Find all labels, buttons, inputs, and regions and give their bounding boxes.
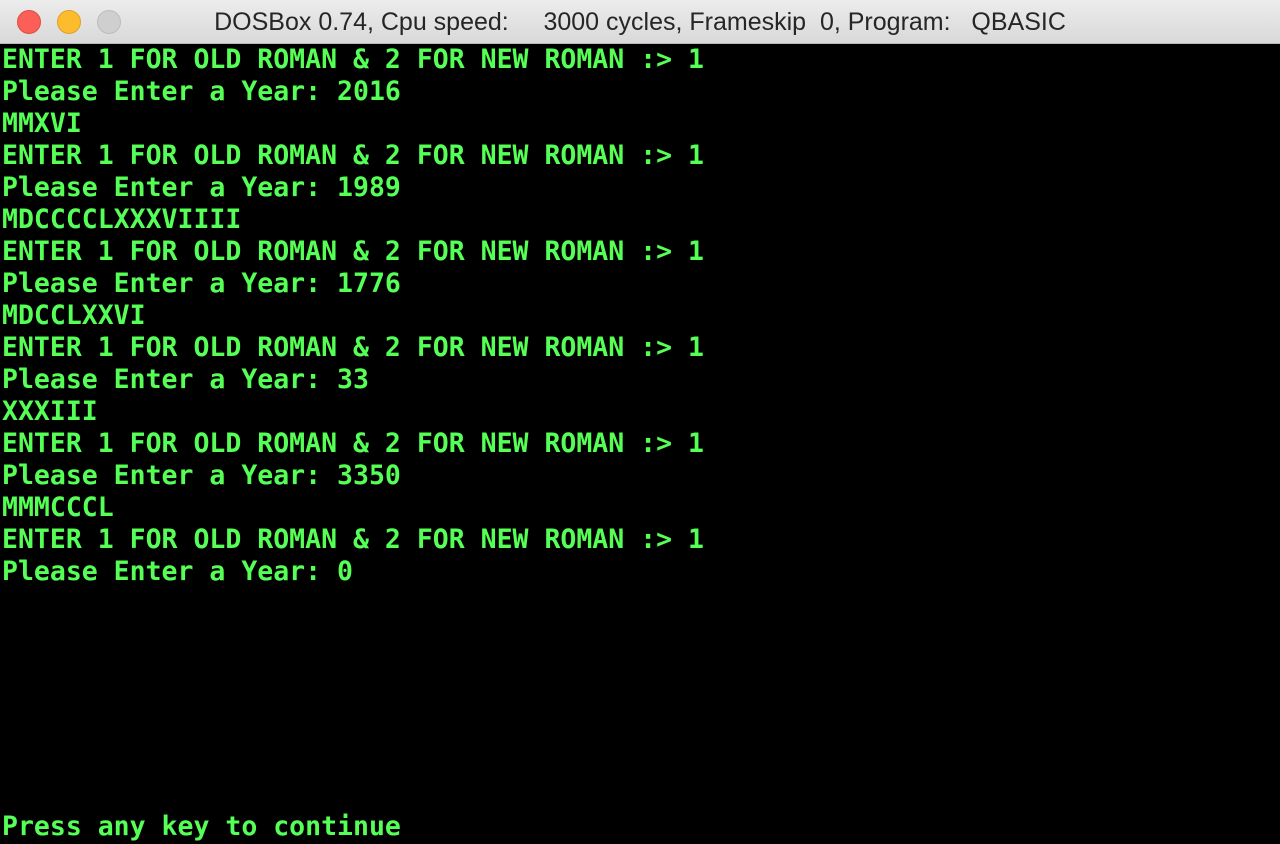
console-line: MMMCCCL [2, 492, 114, 523]
console-line: MDCCLXXVI [2, 300, 146, 331]
close-button[interactable] [17, 10, 41, 34]
minimize-button[interactable] [57, 10, 81, 34]
continue-prompt: Press any key to continue [2, 811, 401, 842]
console-line: ENTER 1 FOR OLD ROMAN & 2 FOR NEW ROMAN … [2, 332, 704, 363]
dosbox-window: DOSBox 0.74, Cpu speed: 3000 cycles, Fra… [0, 0, 1280, 844]
console-line: ENTER 1 FOR OLD ROMAN & 2 FOR NEW ROMAN … [2, 140, 704, 171]
console-output[interactable]: ENTER 1 FOR OLD ROMAN & 2 FOR NEW ROMAN … [0, 44, 1280, 844]
console-line: XXXIII [2, 396, 98, 427]
console-line: Please Enter a Year: 1989 [2, 172, 401, 203]
console-line: ENTER 1 FOR OLD ROMAN & 2 FOR NEW ROMAN … [2, 44, 704, 75]
console-line: Please Enter a Year: 1776 [2, 268, 401, 299]
console-line: ENTER 1 FOR OLD ROMAN & 2 FOR NEW ROMAN … [2, 428, 704, 459]
console-line: MDCCCCLXXXVIIII [2, 204, 242, 235]
console-line: Please Enter a Year: 2016 [2, 76, 401, 107]
window-title: DOSBox 0.74, Cpu speed: 3000 cycles, Fra… [214, 8, 1066, 36]
console-line: ENTER 1 FOR OLD ROMAN & 2 FOR NEW ROMAN … [2, 524, 704, 555]
console-line: Please Enter a Year: 3350 [2, 460, 401, 491]
zoom-button[interactable] [97, 10, 121, 34]
console-line: MMXVI [2, 108, 82, 139]
console-line: Please Enter a Year: 33 [2, 364, 369, 395]
title-bar[interactable]: DOSBox 0.74, Cpu speed: 3000 cycles, Fra… [0, 0, 1280, 44]
console-line: Please Enter a Year: 0 [2, 556, 353, 587]
console-line: ENTER 1 FOR OLD ROMAN & 2 FOR NEW ROMAN … [2, 236, 704, 267]
